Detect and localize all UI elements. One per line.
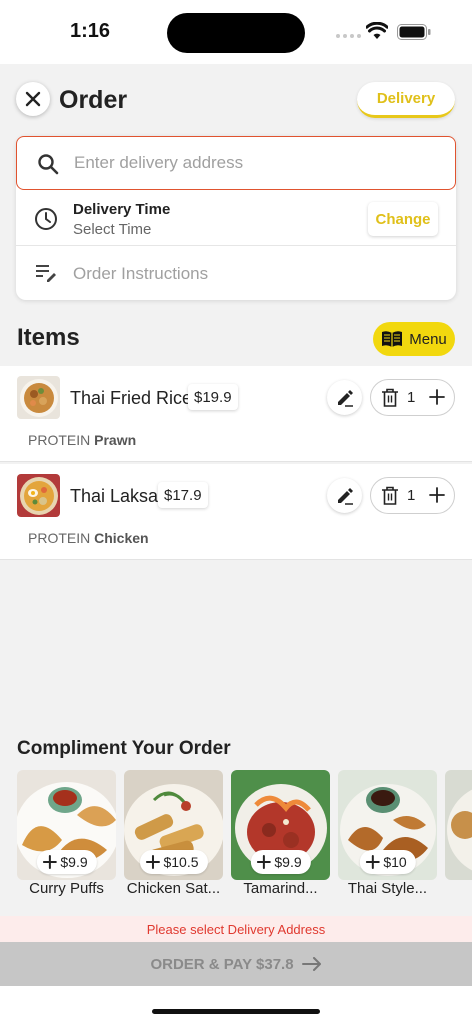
home-indicator[interactable]: [152, 1009, 320, 1014]
close-button[interactable]: [16, 82, 50, 116]
compliment-product-card[interactable]: $10.5: [124, 770, 223, 880]
plus-icon[interactable]: [427, 485, 447, 505]
item-price: $17.9: [158, 482, 208, 508]
notes-icon: [36, 265, 56, 282]
order-instructions-field[interactable]: Order Instructions: [16, 246, 456, 300]
compliment-product-card[interactable]: $9.9: [17, 770, 116, 880]
edit-item-button[interactable]: [327, 380, 362, 415]
item-name: Thai Fried Rice: [70, 388, 193, 408]
product-name: Chicken Sat...: [126, 880, 221, 897]
product-add-button[interactable]: $10.5: [139, 850, 208, 874]
page-title: Order: [59, 86, 128, 114]
delivery-time-row[interactable]: Delivery Time Select Time Change: [16, 192, 456, 246]
cart-item: Thai Fried Rice $19.9 1 PROTEIN Prawn: [0, 366, 472, 462]
order-pay-label: ORDER & PAY $37.8: [150, 955, 294, 973]
product-price: $9.9: [274, 854, 302, 870]
change-time-button[interactable]: Change: [368, 202, 438, 236]
edit-item-button[interactable]: [327, 478, 362, 513]
delivery-mode-button[interactable]: Delivery: [357, 82, 455, 118]
option-label: PROTEIN: [28, 432, 91, 448]
item-quantity: 1: [407, 389, 416, 406]
edit-icon: [337, 487, 353, 505]
quantity-stepper: 1: [370, 379, 455, 416]
delivery-details-card: Enter delivery address Delivery Time Sel…: [16, 136, 456, 300]
items-section-title: Items: [17, 324, 80, 351]
delivery-time-title: Delivery Time: [73, 201, 171, 218]
battery-icon: [397, 24, 431, 40]
cellular-signal-icon: [336, 34, 361, 38]
product-add-button[interactable]: $9.9: [36, 850, 97, 874]
home-bar-area: [0, 986, 472, 1024]
item-thumbnail: [17, 474, 60, 517]
product-image: [445, 770, 472, 880]
item-quantity: 1: [407, 487, 416, 504]
compliment-product-card[interactable]: [445, 770, 472, 880]
menu-button-label: Menu: [409, 330, 447, 348]
product-name: Curry Puffs: [29, 880, 104, 897]
close-icon: [25, 91, 41, 107]
product-price: $10.5: [163, 854, 199, 870]
menu-button[interactable]: Menu: [373, 322, 455, 356]
status-bar: 1:16: [0, 0, 472, 64]
clock-icon: [35, 208, 57, 230]
order-header: Order Delivery: [0, 64, 472, 134]
trash-icon[interactable]: [381, 486, 399, 505]
trash-icon[interactable]: [381, 388, 399, 407]
plus-icon: [42, 855, 57, 869]
address-placeholder: Enter delivery address: [74, 153, 244, 172]
instructions-placeholder: Order Instructions: [73, 264, 209, 283]
product-name: Thai Style...: [347, 880, 428, 897]
address-search-field[interactable]: Enter delivery address: [16, 136, 456, 190]
item-thumbnail: [17, 376, 60, 419]
address-warning: Please select Delivery Address: [0, 916, 472, 942]
compliment-product-card[interactable]: $10: [338, 770, 437, 880]
plus-icon: [365, 855, 380, 869]
wifi-icon: [366, 22, 388, 39]
item-name: Thai Laksa: [70, 486, 159, 506]
product-add-button[interactable]: $10: [359, 850, 416, 874]
arrow-right-icon: [301, 957, 321, 971]
compliment-section-title: Compliment Your Order: [17, 738, 231, 759]
option-label: PROTEIN: [28, 530, 91, 546]
item-option: PROTEIN Chicken: [28, 530, 149, 546]
product-price: $9.9: [60, 854, 88, 870]
status-time: 1:16: [70, 20, 111, 42]
product-price: $10: [383, 854, 407, 870]
plus-icon: [145, 855, 160, 869]
edit-icon: [337, 389, 353, 407]
plus-icon[interactable]: [427, 387, 447, 407]
cart-item: Thai Laksa $17.9 1 PROTEIN Chicken: [0, 464, 472, 560]
item-option: PROTEIN Prawn: [28, 432, 136, 448]
order-pay-button[interactable]: ORDER & PAY $37.8: [0, 942, 472, 986]
search-icon: [38, 154, 59, 175]
item-price: $19.9: [188, 384, 238, 410]
option-value: Prawn: [94, 432, 137, 448]
compliment-product-card[interactable]: $9.9: [231, 770, 330, 880]
option-value: Chicken: [94, 530, 149, 546]
menu-book-icon: [382, 331, 403, 347]
delivery-time-value: Select Time: [73, 221, 152, 238]
plus-icon: [256, 855, 271, 869]
quantity-stepper: 1: [370, 477, 455, 514]
product-add-button[interactable]: $9.9: [250, 850, 311, 874]
product-name: Tamarind...: [243, 880, 318, 897]
dynamic-island: [167, 13, 305, 53]
